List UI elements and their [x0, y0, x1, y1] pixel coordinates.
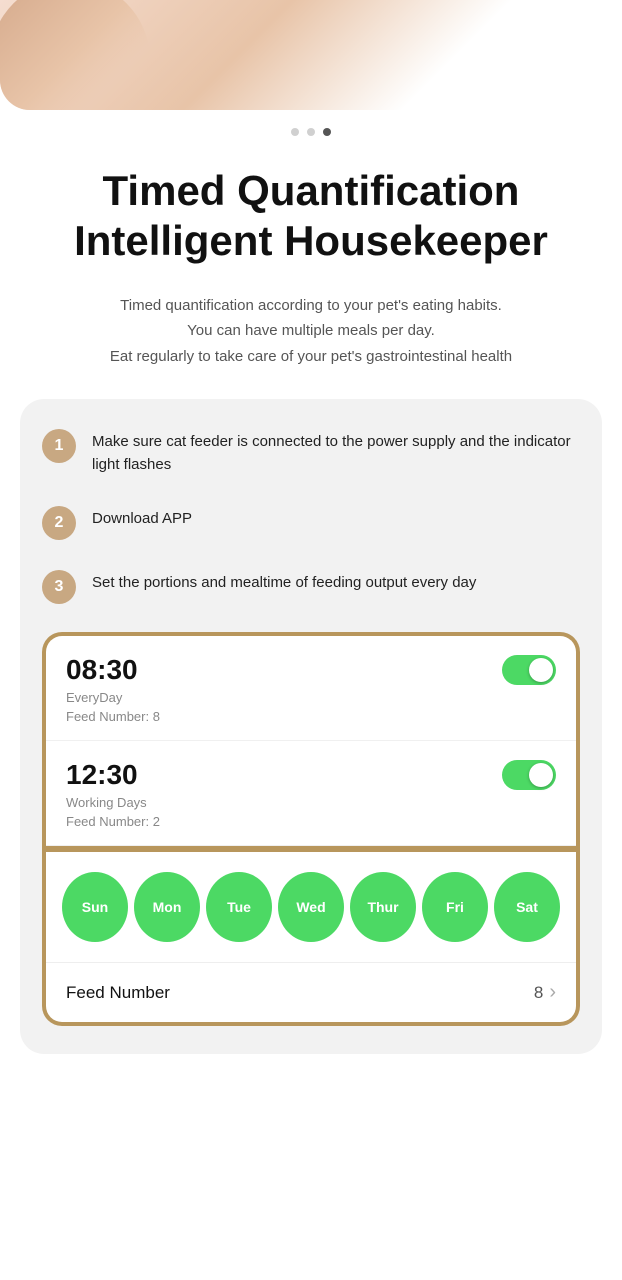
meal-2-schedule: Working Days	[66, 795, 556, 810]
day-tue[interactable]: Tue	[206, 872, 272, 942]
step-2-number: 2	[42, 506, 76, 540]
step-3-number: 3	[42, 570, 76, 604]
page-title: Timed Quantification Intelligent Houseke…	[0, 146, 622, 277]
dot-2	[307, 128, 315, 136]
meal-2-row: 12:30 Working Days Feed Number: 2	[46, 741, 576, 846]
step-3: 3 Set the portions and mealtime of feedi…	[42, 568, 580, 604]
meal-1-header: 08:30	[66, 654, 556, 686]
title-line1: Timed Quantification	[103, 167, 520, 214]
days-section: Sun Mon Tue Wed Thur Fri	[46, 846, 576, 962]
feed-number-amount: 8	[534, 983, 543, 1003]
step-1-text: Make sure cat feeder is connected to the…	[92, 427, 580, 476]
pagination-dots	[0, 110, 622, 146]
chevron-right-icon: ›	[549, 981, 556, 1004]
meal-2-feed: Feed Number: 2	[66, 814, 556, 829]
day-sun[interactable]: Sun	[62, 872, 128, 942]
day-sat[interactable]: Sat	[494, 872, 560, 942]
meal-2-header: 12:30	[66, 759, 556, 791]
day-fri[interactable]: Fri	[422, 872, 488, 942]
step-1-number: 1	[42, 429, 76, 463]
subtitle-text: Timed quantification according to your p…	[0, 277, 622, 370]
day-wed[interactable]: Wed	[278, 872, 344, 942]
day-thur[interactable]: Thur	[350, 872, 416, 942]
title-line2: Intelligent Housekeeper	[74, 217, 548, 264]
meal-1-row: 08:30 EveryDay Feed Number: 8	[46, 636, 576, 741]
meal-1-schedule: EveryDay	[66, 690, 556, 705]
meal-1-time: 08:30	[66, 654, 138, 686]
step-2: 2 Download APP	[42, 504, 580, 540]
dot-3	[323, 128, 331, 136]
meal-2-toggle[interactable]	[502, 760, 556, 790]
meal-2-time: 12:30	[66, 759, 138, 791]
dot-1	[291, 128, 299, 136]
meal-1-toggle[interactable]	[502, 655, 556, 685]
day-mon[interactable]: Mon	[134, 872, 200, 942]
feed-number-row[interactable]: Feed Number 8 ›	[46, 962, 576, 1022]
feed-number-label: Feed Number	[66, 983, 170, 1003]
step-1: 1 Make sure cat feeder is connected to t…	[42, 427, 580, 476]
meal-1-feed: Feed Number: 8	[66, 709, 556, 724]
schedule-inner: 08:30 EveryDay Feed Number: 8 12:30 Work…	[46, 636, 576, 1022]
days-row: Sun Mon Tue Wed Thur Fri	[62, 872, 560, 942]
step-2-text: Download APP	[92, 504, 192, 531]
top-decorative-image	[0, 0, 622, 110]
feed-number-value: 8 ›	[534, 981, 556, 1004]
step-3-text: Set the portions and mealtime of feeding…	[92, 568, 476, 595]
schedule-card: 08:30 EveryDay Feed Number: 8 12:30 Work…	[42, 632, 580, 1026]
main-card: 1 Make sure cat feeder is connected to t…	[20, 399, 602, 1054]
